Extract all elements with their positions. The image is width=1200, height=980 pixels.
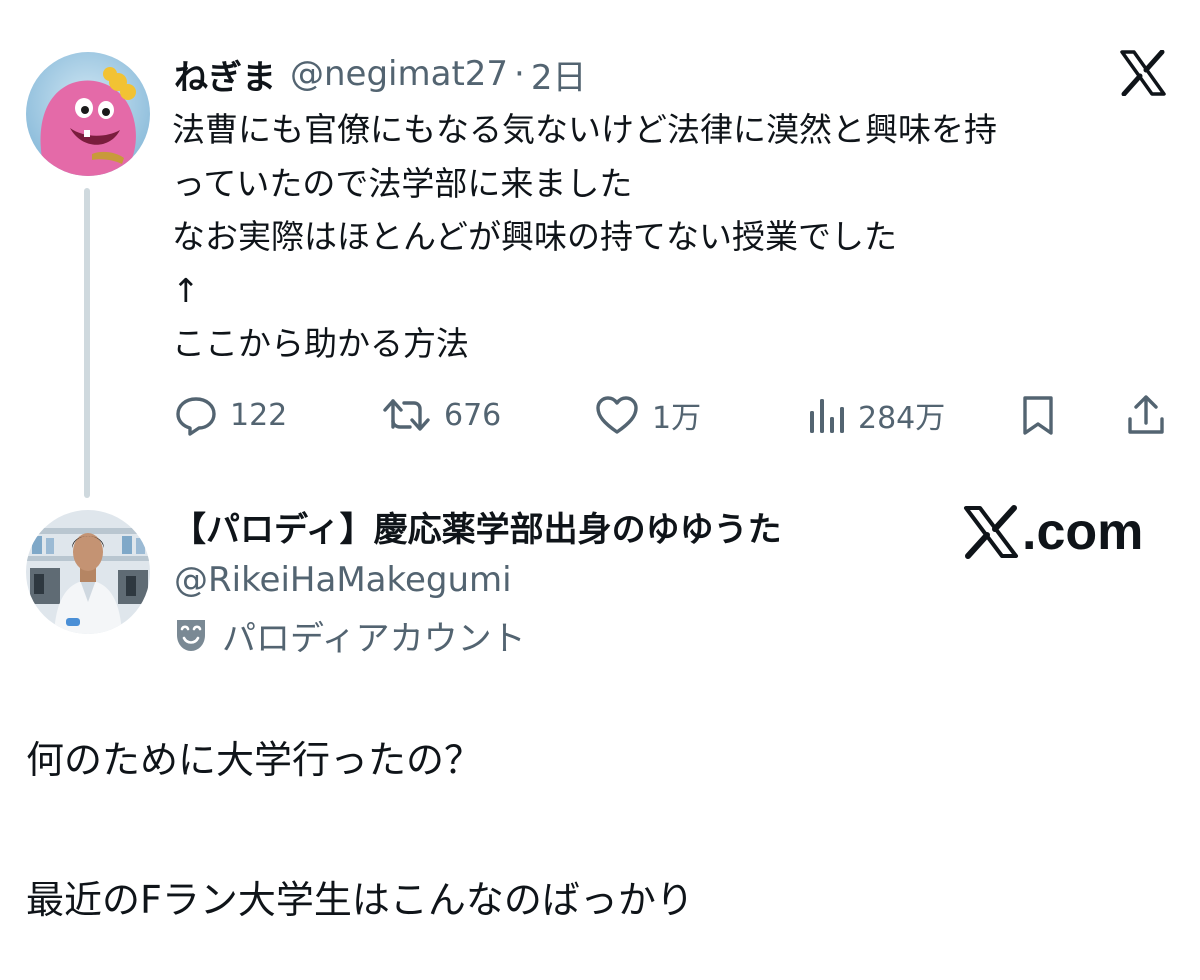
reply-button[interactable]: 122 [174, 386, 287, 444]
tweet-text-line: なお実際はほとんどが興味の持てない授業でした [172, 217, 898, 256]
reply-text-paragraph: 何のために大学行ったの？ [26, 738, 483, 782]
author-name[interactable]: ねぎま [174, 50, 276, 99]
reply-author-avatar[interactable] [26, 510, 150, 634]
parody-label-text: パロディアカウント [222, 618, 526, 659]
author-handle[interactable]: @negimat27 [290, 54, 508, 94]
reply-author-name[interactable]: 【パロディ】慶応薬学部出身のゆゆうた [172, 504, 782, 556]
like-count: 1万 [652, 401, 702, 436]
author-avatar[interactable] [26, 52, 150, 176]
retweet-button[interactable]: 676 [382, 386, 501, 444]
share-icon [1128, 395, 1164, 434]
reply-text-paragraph: 最近のFラン大学生はこんなのばっかり [26, 878, 694, 922]
tweet-text-line: ↑ [172, 270, 200, 310]
tweet-text-line: っていたので法学部に来ました [172, 163, 633, 203]
heart-icon [596, 396, 638, 434]
x-logo-icon [1118, 49, 1168, 97]
reply-icon [176, 397, 216, 436]
tweet-timestamp[interactable]: 2日 [531, 50, 587, 99]
view-count: 284万 [858, 401, 946, 436]
bookmark-button[interactable] [1016, 386, 1060, 444]
reply-author-handle[interactable]: @RikeiHaMakegumi [174, 555, 512, 605]
parody-account-label: パロディアカウント [174, 610, 526, 660]
tweet-action-bar: 122 676 1万 284万 [0, 386, 1200, 444]
thread-connector-line [84, 188, 90, 498]
theater-mask-icon [177, 620, 205, 651]
x-com-watermark: .com [962, 500, 1143, 564]
views-button[interactable]: 284万 [806, 386, 945, 444]
tweet-text-line: 法曹にも官僚にもなる気ないけど法律に漠然と興味を持 [172, 110, 997, 149]
header-separator: · [514, 54, 525, 94]
reply-count: 122 [230, 397, 288, 433]
bar-chart-icon [810, 399, 844, 433]
bookmark-icon [1023, 396, 1053, 435]
like-button[interactable]: 1万 [594, 386, 701, 444]
retweet-icon [383, 399, 430, 431]
retweet-count: 676 [444, 397, 502, 433]
tweet-header: ねぎま @negimat27 · 2日 [174, 46, 587, 102]
watermark-text: .com [1022, 503, 1144, 561]
tweet-text-line: ここから助かる方法 [172, 324, 469, 363]
share-button[interactable] [1124, 386, 1168, 444]
tweet-text: 法曹にも官僚にもなる気ないけど法律に漠然と興味を持 っていたので法学部に来ました… [172, 103, 1172, 371]
x-logo-icon [964, 505, 1018, 559]
